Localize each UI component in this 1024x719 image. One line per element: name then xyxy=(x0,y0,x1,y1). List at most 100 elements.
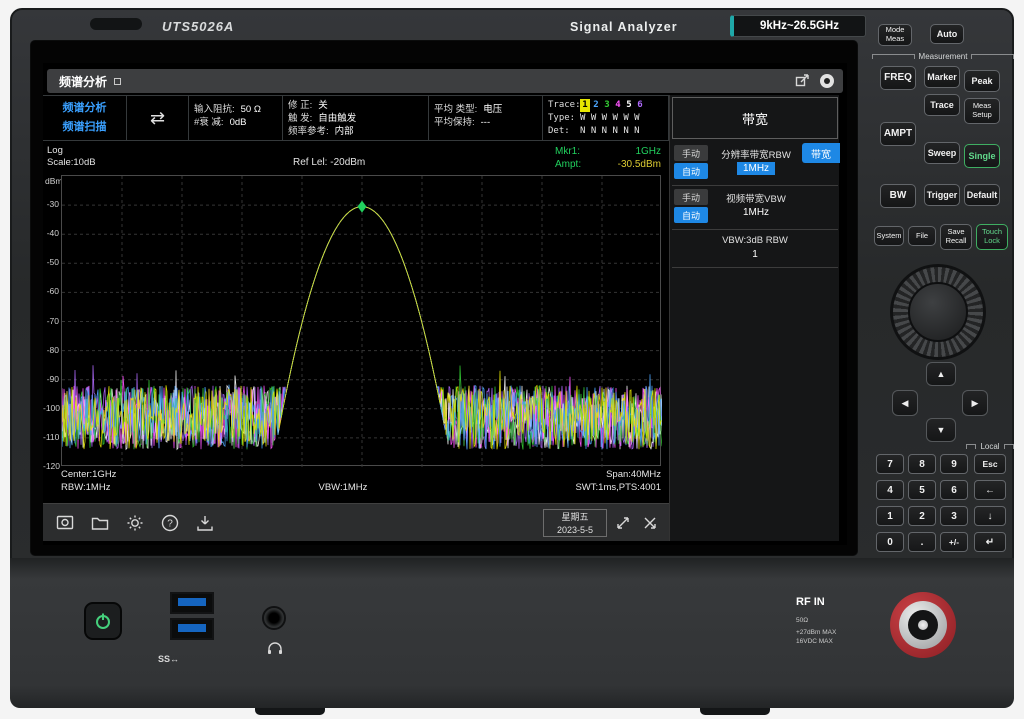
folder-icon[interactable] xyxy=(87,510,113,536)
auto-button[interactable]: Auto xyxy=(930,24,964,44)
vbw-rbw-ratio-value[interactable]: 1 xyxy=(670,249,840,260)
trigger-label: 触 发: xyxy=(288,112,312,125)
marker-tools-icon[interactable] xyxy=(639,510,661,536)
local-section-label: Local xyxy=(966,442,1014,451)
front-panel: SS↔ RF IN 50Ω +27dBm MAX 16VDC MAX xyxy=(10,558,1014,708)
ref-level-label: Ref Lel: -20dBm xyxy=(293,157,365,168)
marker-ampt-label: Ampt: xyxy=(555,158,581,171)
file-button[interactable]: File xyxy=(908,226,936,246)
single-button[interactable]: Single xyxy=(964,144,1000,168)
trace-type-label: Type: xyxy=(548,112,580,125)
system-button[interactable]: System xyxy=(874,226,904,246)
avg-hold-label: 平均保持: xyxy=(434,116,475,129)
marker-button[interactable]: Marker xyxy=(924,66,960,88)
key-backspace[interactable]: ← xyxy=(974,480,1006,500)
ui-root: 频谱分析 频谱分析 频谱扫描 ⇄ 输入阻抗:50 Ω xyxy=(43,63,847,545)
save-icon[interactable] xyxy=(192,510,218,536)
trace-button[interactable]: Trace xyxy=(924,94,960,116)
settings-gear-icon[interactable] xyxy=(122,510,148,536)
correction-value: 关 xyxy=(318,99,328,112)
key-esc[interactable]: Esc xyxy=(974,454,1006,474)
freq-button[interactable]: FREQ xyxy=(880,66,916,90)
y-tick-label: -90 xyxy=(43,374,59,384)
help-icon[interactable]: ? xyxy=(157,510,183,536)
rf-max-voltage-label: 16VDC MAX xyxy=(796,637,833,646)
avg-hold-value: --- xyxy=(481,116,491,129)
arrow-left-button[interactable]: ◀ xyxy=(892,390,918,416)
y-tick-label: -60 xyxy=(43,286,59,296)
key-plusminus[interactable]: +/- xyxy=(940,532,968,552)
bandwidth-menu: 带宽 手动 自动 分辨率带宽RBW 1MHz 带宽 手动 自动 视频带宽VBW … xyxy=(669,95,839,541)
trigger-settings-cell: 修 正:关 触 发:自由触发 频率参考:内部 xyxy=(283,95,429,141)
key-7[interactable]: 7 xyxy=(876,454,904,474)
rbw-value[interactable]: 1MHz xyxy=(710,162,802,175)
sweep-mode-cell[interactable]: ⇄ xyxy=(127,95,189,141)
meas-setup-button[interactable]: Meas Setup xyxy=(964,98,1000,124)
trigger-button[interactable]: Trigger xyxy=(924,184,960,206)
device-title: Signal Analyzer xyxy=(570,20,678,34)
average-settings-cell: 平均 类型: 电压 平均保持: --- xyxy=(429,95,543,141)
key-down[interactable]: ↓ xyxy=(974,506,1006,526)
menu-divider xyxy=(672,229,838,230)
key-9[interactable]: 9 xyxy=(940,454,968,474)
y-tick-label: -80 xyxy=(43,345,59,355)
arrow-down-button[interactable]: ▼ xyxy=(926,418,956,442)
avg-type-label: 平均 类型: xyxy=(434,103,477,116)
bandwidth-side-tab[interactable]: 带宽 xyxy=(802,143,840,163)
key-0[interactable]: 0 xyxy=(876,532,904,552)
sweep-button[interactable]: Sweep xyxy=(924,142,960,164)
rbw-auto-button[interactable]: 自动 xyxy=(674,163,708,179)
key-5[interactable]: 5 xyxy=(908,480,936,500)
export-icon[interactable] xyxy=(794,73,810,89)
tab-spectrum-analysis[interactable]: 频谱分析 xyxy=(47,69,133,93)
power-button[interactable] xyxy=(84,602,122,640)
key-dot[interactable]: . xyxy=(908,532,936,552)
plot-footer-2: RBW:1MHz VBW:1MHz SWT:1ms,PTS:4001 xyxy=(61,482,661,493)
key-3[interactable]: 3 xyxy=(940,506,968,526)
key-6[interactable]: 6 xyxy=(940,480,968,500)
touch-lock-button[interactable]: Touch Lock xyxy=(976,224,1008,250)
trace-number: 3 xyxy=(602,99,612,112)
input-settings-cell: 输入阻抗:50 Ω #衰 减:0dB xyxy=(189,95,283,141)
hardware-key-panel: Mode Meas Auto Measurement FREQ Marker P… xyxy=(866,14,1020,562)
key-enter[interactable]: ↵ xyxy=(974,532,1006,552)
power-icon[interactable] xyxy=(819,73,835,89)
date-label: 2023-5-5 xyxy=(544,524,606,537)
y-tick-label: -120 xyxy=(43,461,59,471)
key-1[interactable]: 1 xyxy=(876,506,904,526)
trace-number: 5 xyxy=(624,99,634,112)
key-4[interactable]: 4 xyxy=(876,480,904,500)
save-recall-button[interactable]: Save Recall xyxy=(940,224,972,250)
peak-button[interactable]: Peak xyxy=(964,70,1000,92)
rotary-knob[interactable] xyxy=(890,264,986,360)
default-button[interactable]: Default xyxy=(964,184,1000,206)
screenshot-icon[interactable] xyxy=(52,510,78,536)
nav-item-spectrum-sweep[interactable]: 频谱扫描 xyxy=(48,118,121,137)
key-2[interactable]: 2 xyxy=(908,506,936,526)
arrow-up-button[interactable]: ▲ xyxy=(926,362,956,386)
rf-in-label: RF IN xyxy=(796,596,825,608)
y-tick-label: -50 xyxy=(43,257,59,267)
headphone-jack xyxy=(262,606,286,630)
vbw-manual-button[interactable]: 手动 xyxy=(674,189,708,205)
nav-item-spectrum-analysis[interactable]: 频谱分析 xyxy=(48,99,121,118)
rbw-label: 分辨率带宽RBW xyxy=(710,147,802,161)
mode-meas-button[interactable]: Mode Meas xyxy=(878,24,912,46)
rbw-manual-button[interactable]: 手动 xyxy=(674,145,708,161)
scale-label: Scale:10dB xyxy=(47,157,96,169)
vbw-value[interactable]: 1MHz xyxy=(710,206,802,219)
y-tick-label: -40 xyxy=(43,228,59,238)
avg-type-value: 电压 xyxy=(483,103,502,116)
key-8[interactable]: 8 xyxy=(908,454,936,474)
annotate-icon[interactable] xyxy=(613,510,635,536)
usb-ss-label: SS↔ xyxy=(158,654,179,664)
freq-ref-label: 频率参考: xyxy=(288,125,329,138)
ampt-button[interactable]: AMPT xyxy=(880,122,916,146)
marker-freq: 1GHz xyxy=(635,145,661,158)
menu-divider xyxy=(672,185,838,186)
rf-impedance-label: 50Ω xyxy=(796,616,808,625)
vbw-auto-button[interactable]: 自动 xyxy=(674,207,708,223)
weekday-label: 星期五 xyxy=(544,511,606,524)
bw-button[interactable]: BW xyxy=(880,184,916,208)
arrow-right-button[interactable]: ▶ xyxy=(962,390,988,416)
